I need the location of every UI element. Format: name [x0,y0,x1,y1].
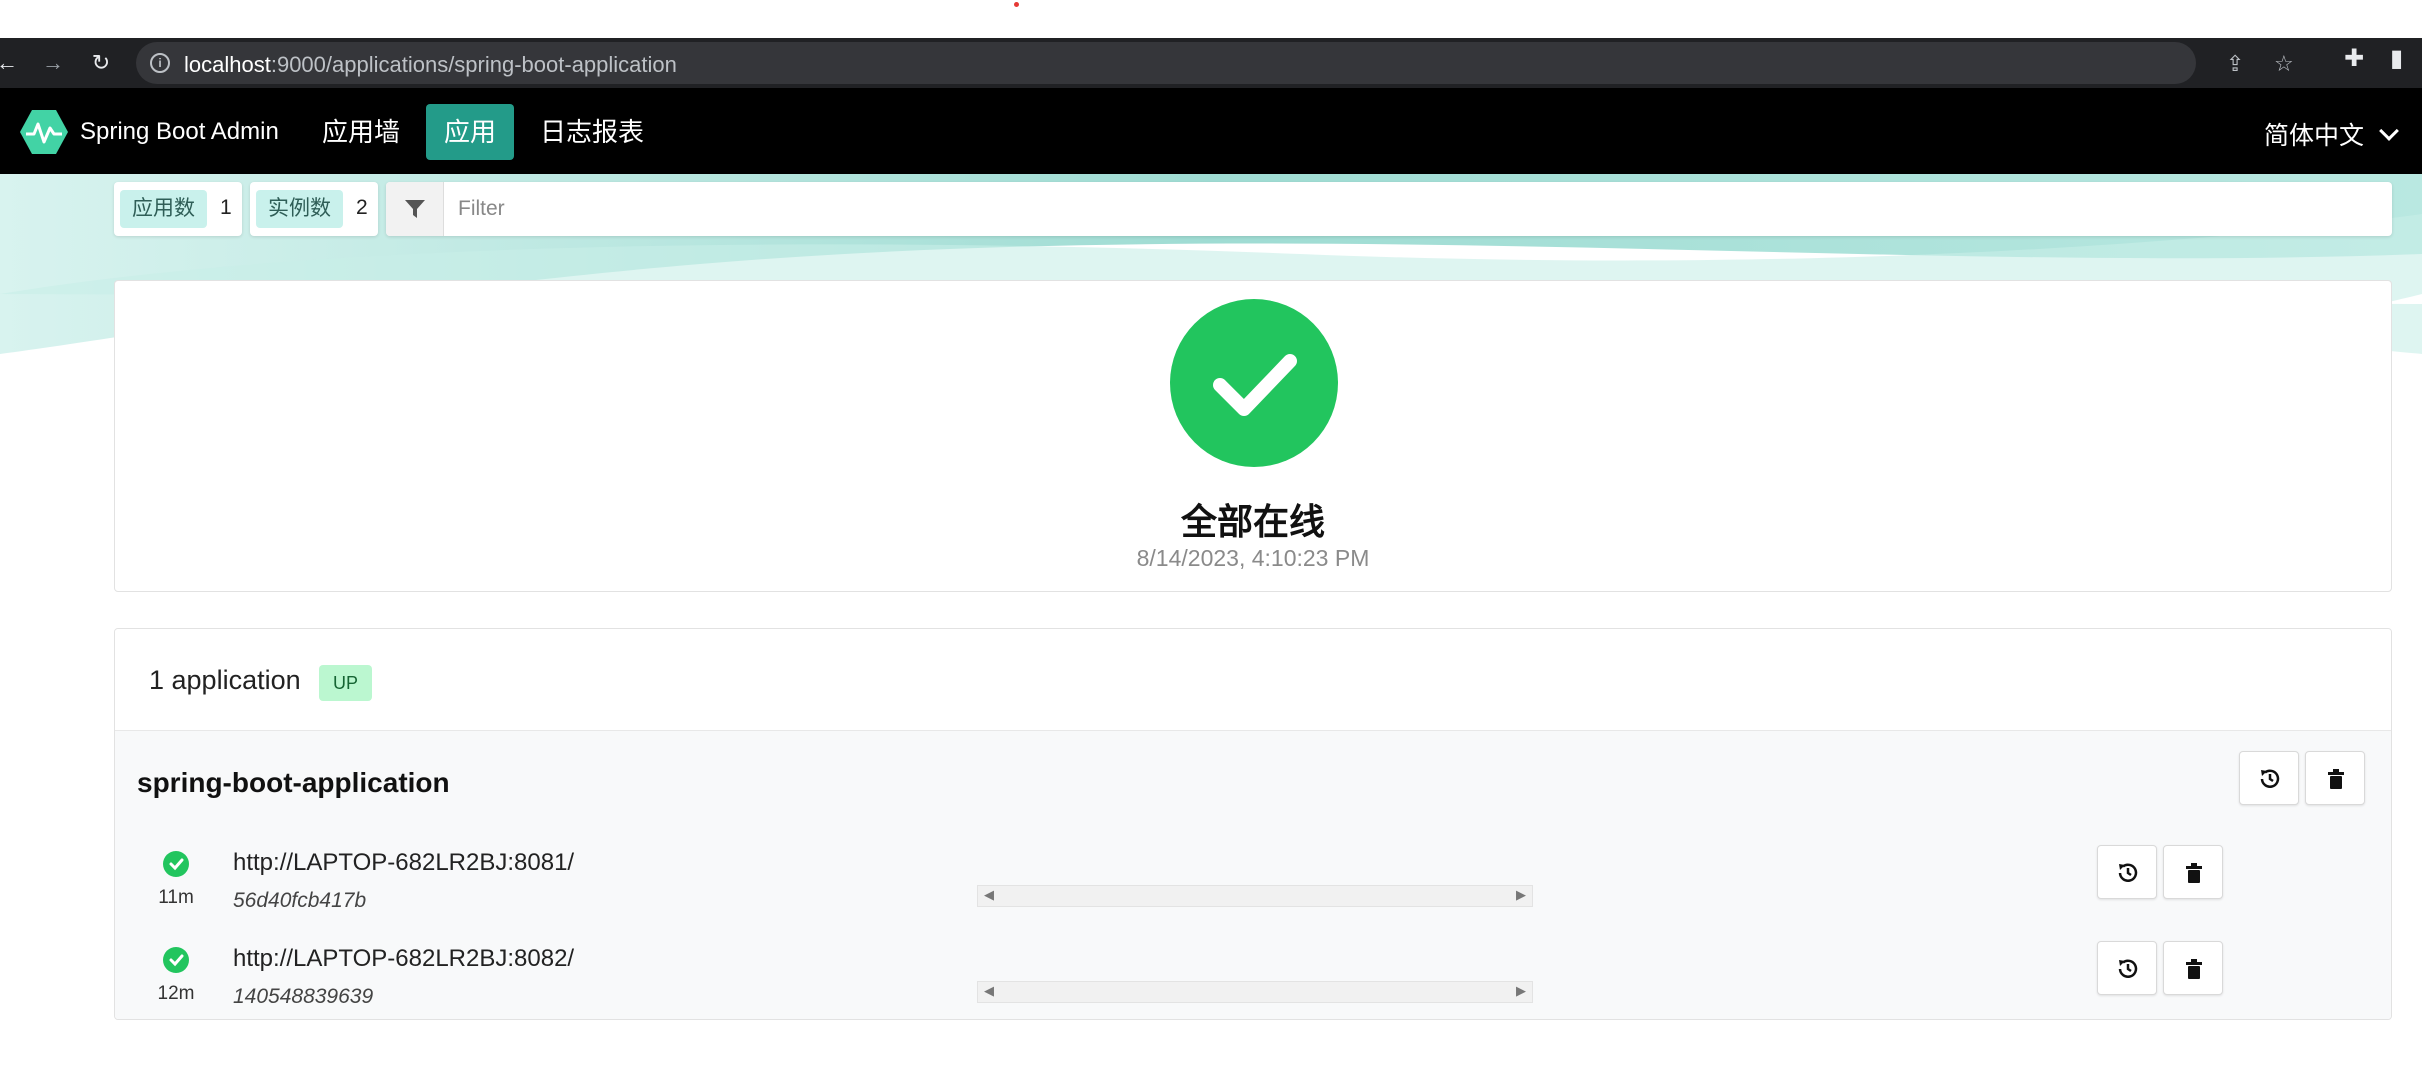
application-name[interactable]: spring-boot-application [137,767,450,799]
instance-restart-button[interactable] [2097,941,2157,995]
apps-count-label: 应用数 [120,190,207,228]
share-icon[interactable]: ⇪ [2226,51,2244,77]
instance-age: 11m [158,887,194,908]
forward-arrow-icon[interactable]: → [40,50,66,76]
nav-applications[interactable]: 应用 [426,104,515,160]
filter-icon[interactable] [386,182,444,236]
instance-row[interactable]: 11m http://LAPTOP-682LR2BJ:8081/ 56d40fc… [115,835,2391,925]
address-host: localhost [184,52,271,77]
scroll-right-icon[interactable]: ▶ [1516,983,1526,999]
language-label: 简体中文 [2263,122,2364,150]
instance-delete-button[interactable] [2163,941,2223,995]
scroll-right-icon[interactable]: ▶ [1516,887,1526,903]
horizontal-scrollbar[interactable]: ◀ ▶ [977,981,1533,1003]
trash-icon [2186,959,2202,979]
instance-row[interactable]: 12m http://LAPTOP-682LR2BJ:8082/ 1405488… [115,931,2391,1019]
filter-bar: 应用数 1 实例数 2 [114,182,2392,236]
status-card: 全部在线 8/14/2023, 4:10:23 PM [114,280,2392,592]
recording-dot [1014,2,1019,7]
trash-icon [2328,769,2344,789]
spring-boot-admin-logo-icon[interactable] [20,110,68,154]
app-restart-button[interactable] [2239,751,2299,805]
side-panel-icon[interactable]: ▮ [2390,44,2403,73]
scroll-left-icon[interactable]: ◀ [984,887,994,903]
address-bar[interactable]: i localhost:9000/applications/spring-boo… [136,42,2294,84]
applications-header: 1 application UP [115,629,2391,731]
apps-count-pill: 应用数 1 [114,182,242,236]
instance-id: 140548839639 [233,985,374,1008]
chevron-down-icon [2379,121,2399,141]
browser-toolbar: ← → ↻ i localhost:9000/applications/spri… [0,38,2422,88]
nav-wallboard[interactable]: 应用墙 [304,104,418,160]
apps-count-value: 1 [220,196,232,219]
status-timestamp: 8/14/2023, 4:10:23 PM [1136,545,1370,571]
horizontal-scrollbar[interactable]: ◀ ▶ [977,885,1533,907]
site-info-icon[interactable]: i [150,53,170,73]
applications-card: 1 application UP spring-boot-application… [114,628,2392,1020]
status-badge: UP [319,665,373,701]
filter-input[interactable] [444,182,2384,236]
instance-url[interactable]: http://LAPTOP-682LR2BJ:8081/ [233,849,574,877]
instance-up-icon [163,947,189,973]
reload-icon[interactable]: ↻ [88,50,114,76]
instance-restart-button[interactable] [2097,845,2157,899]
language-selector[interactable]: 简体中文 [2263,116,2399,152]
instances-count-value: 2 [356,196,368,219]
instance-up-icon [163,851,189,877]
app-navbar: Spring Boot Admin 应用墙 应用 日志报表 简体中文 [0,88,2422,174]
extensions-icon[interactable]: ✚ [2344,44,2364,73]
instance-delete-button[interactable] [2163,845,2223,899]
trash-icon [2186,863,2202,883]
address-url: localhost:9000/applications/spring-boot-… [184,52,677,78]
status-title: 全部在线 [1180,501,1325,542]
address-path: :9000/applications/spring-boot-applicati… [270,52,677,77]
scroll-left-icon[interactable]: ◀ [984,983,994,999]
history-icon [2118,863,2138,882]
application-count: 1 application [149,665,301,695]
bookmark-star-icon[interactable]: ☆ [2274,51,2294,77]
nav-journal[interactable]: 日志报表 [522,104,662,160]
back-arrow-icon[interactable]: ← [0,50,20,76]
app-delete-button[interactable] [2305,751,2365,805]
instances-count-pill: 实例数 2 [250,182,378,236]
instances-count-label: 实例数 [256,190,343,228]
history-icon [2260,769,2280,788]
top-strip [0,0,2422,38]
instance-id: 56d40fcb417b [233,889,367,912]
filter-field [386,182,2392,236]
brand-title[interactable]: Spring Boot Admin [80,118,279,146]
instance-url[interactable]: http://LAPTOP-682LR2BJ:8082/ [233,945,574,973]
instance-age: 12m [157,983,195,1004]
all-up-check-icon [1170,299,1338,467]
history-icon [2118,959,2138,978]
application-group: spring-boot-application 11m http://LAPTO… [115,731,2391,1019]
